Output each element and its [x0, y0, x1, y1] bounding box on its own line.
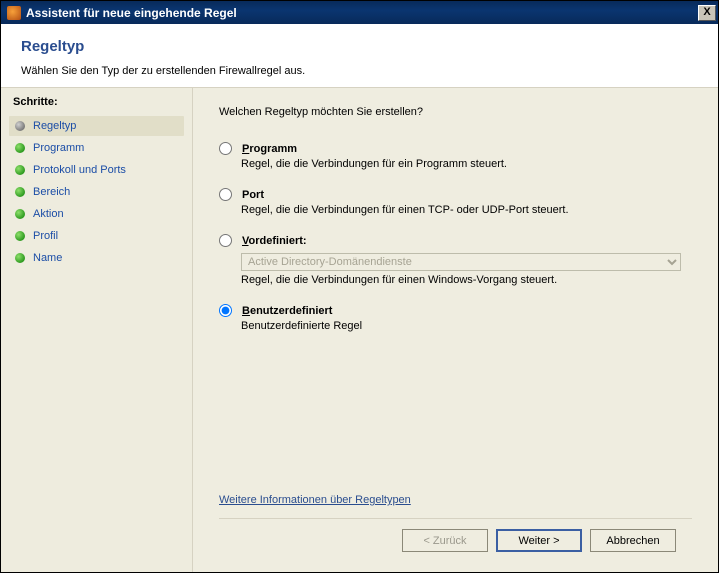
step-label: Regeltyp: [33, 120, 76, 132]
option-port-desc: Regel, die die Verbindungen für einen TC…: [241, 204, 692, 216]
step-profil[interactable]: Profil: [9, 226, 184, 246]
step-aktion[interactable]: Aktion: [9, 204, 184, 224]
option-benutzerdefiniert-row[interactable]: Benutzerdefiniert: [219, 304, 692, 317]
page-subtitle: Wählen Sie den Typ der zu erstellenden F…: [21, 65, 698, 77]
step-regeltyp[interactable]: Regeltyp: [9, 116, 184, 136]
back-button[interactable]: < Zurück: [402, 529, 488, 552]
window-body: Regeltyp Wählen Sie den Typ der zu erste…: [0, 24, 719, 573]
option-programm-desc: Regel, die die Verbindungen für ein Prog…: [241, 158, 692, 170]
step-bullet-icon: [15, 143, 25, 153]
step-bullet-icon: [15, 231, 25, 241]
option-port-label: Port: [242, 189, 264, 201]
step-bullet-icon: [15, 165, 25, 175]
titlebar: Assistent für neue eingehende Regel X: [0, 0, 719, 24]
option-programm-label: Programm: [242, 143, 297, 155]
step-label: Aktion: [33, 208, 64, 220]
step-programm[interactable]: Programm: [9, 138, 184, 158]
option-benutzerdefiniert-desc: Benutzerdefinierte Regel: [241, 320, 692, 332]
option-benutzerdefiniert: Benutzerdefiniert Benutzerdefinierte Reg…: [219, 304, 692, 332]
step-label: Profil: [33, 230, 58, 242]
option-vordefiniert-row[interactable]: Vordefiniert:: [219, 234, 692, 247]
option-programm-row[interactable]: Programm: [219, 142, 692, 155]
step-label: Bereich: [33, 186, 70, 198]
option-programm: Programm Regel, die die Verbindungen für…: [219, 142, 692, 170]
radio-programm[interactable]: [219, 142, 232, 155]
option-vordefiniert-desc: Regel, die die Verbindungen für einen Wi…: [241, 274, 692, 286]
steps-sidebar: Schritte: Regeltyp Programm Protokoll un…: [1, 88, 193, 572]
cancel-button[interactable]: Abbrechen: [590, 529, 676, 552]
close-button[interactable]: X: [698, 5, 716, 21]
radio-vordefiniert[interactable]: [219, 234, 232, 247]
more-info-link[interactable]: Weitere Informationen über Regeltypen: [219, 494, 692, 506]
window-title: Assistent für neue eingehende Regel: [26, 6, 237, 20]
step-protokoll-und-ports[interactable]: Protokoll und Ports: [9, 160, 184, 180]
main-panel: Welchen Regeltyp möchten Sie erstellen? …: [193, 88, 718, 572]
radio-port[interactable]: [219, 188, 232, 201]
step-bullet-icon: [15, 187, 25, 197]
step-name[interactable]: Name: [9, 248, 184, 268]
radio-benutzerdefiniert[interactable]: [219, 304, 232, 317]
wizard-footer: < Zurück Weiter > Abbrechen: [219, 518, 692, 562]
page-title: Regeltyp: [21, 38, 698, 55]
next-button[interactable]: Weiter >: [496, 529, 582, 552]
option-port-row[interactable]: Port: [219, 188, 692, 201]
step-bullet-icon: [15, 253, 25, 263]
predefined-select[interactable]: Active Directory-Domänendienste: [241, 253, 681, 271]
step-bullet-icon: [15, 209, 25, 219]
header-pane: Regeltyp Wählen Sie den Typ der zu erste…: [1, 24, 718, 88]
steps-heading: Schritte:: [9, 96, 184, 108]
step-bereich[interactable]: Bereich: [9, 182, 184, 202]
option-vordefiniert: Vordefiniert: Active Directory-Domänendi…: [219, 234, 692, 286]
step-label: Protokoll und Ports: [33, 164, 126, 176]
question-text: Welchen Regeltyp möchten Sie erstellen?: [219, 106, 692, 118]
step-label: Name: [33, 252, 62, 264]
option-port: Port Regel, die die Verbindungen für ein…: [219, 188, 692, 216]
option-vordefiniert-label: Vordefiniert:: [242, 235, 307, 247]
rule-type-options: Programm Regel, die die Verbindungen für…: [219, 142, 692, 350]
app-icon: [7, 6, 21, 20]
option-benutzerdefiniert-label: Benutzerdefiniert: [242, 305, 332, 317]
step-bullet-icon: [15, 121, 25, 131]
step-label: Programm: [33, 142, 84, 154]
